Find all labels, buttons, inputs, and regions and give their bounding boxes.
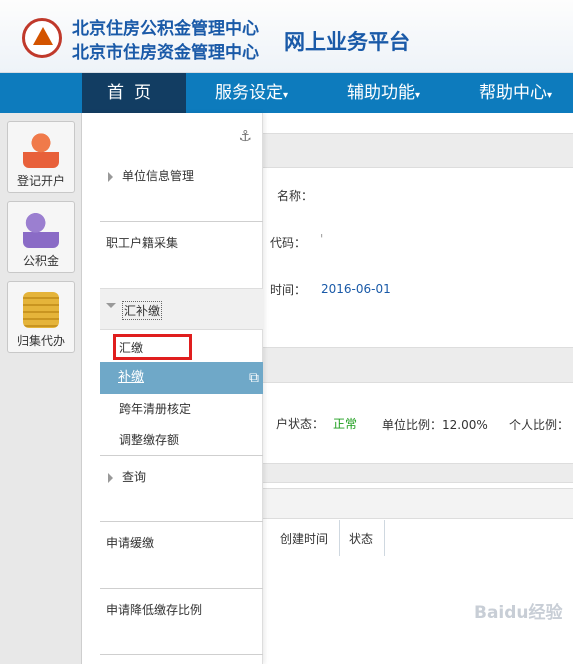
section-header — [262, 347, 573, 383]
tile-housing-fund[interactable]: 公积金 — [7, 201, 75, 273]
menu-unit-info[interactable]: 单位信息管理 — [82, 167, 263, 184]
divider — [100, 521, 263, 522]
menu-label: 单位信息管理 — [122, 169, 195, 183]
personal-ratio-label: 个人比例： — [509, 418, 570, 432]
menu-supplement-selected[interactable]: 补缴 ⧉ — [100, 362, 263, 394]
col-divider — [384, 520, 385, 556]
org-name-line1: 北京住房公积金管理中心 — [72, 19, 259, 39]
tile-register-account[interactable]: 登记开户 — [7, 121, 75, 193]
menu-group-supplement[interactable]: 汇补缴 — [100, 288, 263, 330]
unit-code-label: 代码： — [270, 236, 307, 250]
menu-cross-year-check[interactable]: 跨年清册核定 — [82, 400, 263, 417]
service-settings-menu: ⚓ 单位信息管理 职工户籍采集 汇补缴 汇缴 补缴 ⧉ 跨年清册核定 调整缴存额… — [82, 113, 263, 664]
nav-aux-label: 辅助功能 — [347, 83, 415, 103]
section-header — [262, 463, 573, 483]
menu-query[interactable]: 查询 — [82, 468, 263, 485]
unit-code-value: ' — [320, 232, 324, 246]
chevron-down-icon: ▾ — [283, 90, 289, 101]
unit-ratio: 单位比例：12.00% — [382, 418, 488, 432]
account-status-label: 户状态： — [276, 417, 325, 431]
nav-home[interactable]: 首页 — [82, 73, 186, 113]
menu-label: 汇补缴 — [122, 301, 163, 320]
unit-name-label: 名称： — [277, 189, 314, 203]
logo — [22, 18, 62, 58]
coins-icon — [23, 292, 59, 328]
chevron-down-icon — [106, 303, 116, 308]
open-time-value: 2016-06-01 — [321, 282, 391, 296]
divider — [100, 221, 263, 222]
external-link-icon[interactable]: ⧉ — [249, 362, 259, 394]
chevron-right-icon — [108, 171, 113, 182]
nav-help-label: 帮助中心 — [479, 83, 547, 103]
quick-access-column: 登记开户 公积金 归集代办 — [0, 113, 82, 664]
divider — [100, 588, 263, 589]
nav-service-label: 服务设定 — [215, 83, 283, 103]
menu-apply-reduce-ratio[interactable]: 申请降低缴存比例 — [82, 601, 263, 618]
account-status-value: 正常 — [333, 417, 358, 431]
menu-adjust-amount[interactable]: 调整缴存额 — [82, 431, 263, 448]
chevron-right-icon — [108, 472, 113, 483]
menu-staff-collect[interactable]: 职工户籍采集 — [82, 234, 263, 251]
tile-collection-agent[interactable]: 归集代办 — [7, 281, 75, 353]
main-nav: 首页 服务设定▾ 辅助功能▾ 帮助中心▾ — [0, 73, 573, 113]
watermark: Baidu经验 — [474, 603, 563, 623]
chevron-down-icon: ▾ — [415, 90, 421, 101]
col-status[interactable]: 状态 — [349, 530, 373, 547]
tile-label: 归集代办 — [16, 334, 65, 348]
platform-title: 网上业务平台 — [284, 30, 410, 54]
menu-label: 查询 — [122, 470, 147, 484]
header: 北京住房公积金管理中心 北京市住房资金管理中心 网上业务平台 — [0, 0, 573, 73]
tile-label: 公积金 — [22, 254, 59, 268]
menu-apply-postpone[interactable]: 申请缓缴 — [82, 534, 263, 551]
chevron-down-icon: ▾ — [547, 90, 553, 101]
user-edit-icon — [23, 132, 59, 168]
divider — [100, 654, 263, 655]
divider — [100, 455, 263, 456]
org-name-line2: 北京市住房资金管理中心 — [72, 43, 259, 63]
anchor-icon[interactable]: ⚓ — [239, 127, 252, 145]
users-icon — [23, 212, 59, 248]
nav-aux-functions[interactable]: 辅助功能▾ — [347, 73, 420, 113]
tile-label: 登记开户 — [16, 174, 65, 188]
col-create-time[interactable]: 创建时间 — [280, 530, 328, 547]
open-time-label: 时间： — [270, 283, 307, 297]
col-divider — [339, 520, 340, 556]
highlight-box — [113, 334, 192, 360]
menu-label: 补缴 — [118, 370, 145, 385]
nav-service-settings[interactable]: 服务设定▾ — [215, 73, 288, 113]
table-header — [262, 488, 573, 519]
nav-help-center[interactable]: 帮助中心▾ — [479, 73, 552, 113]
section-header — [262, 133, 573, 168]
